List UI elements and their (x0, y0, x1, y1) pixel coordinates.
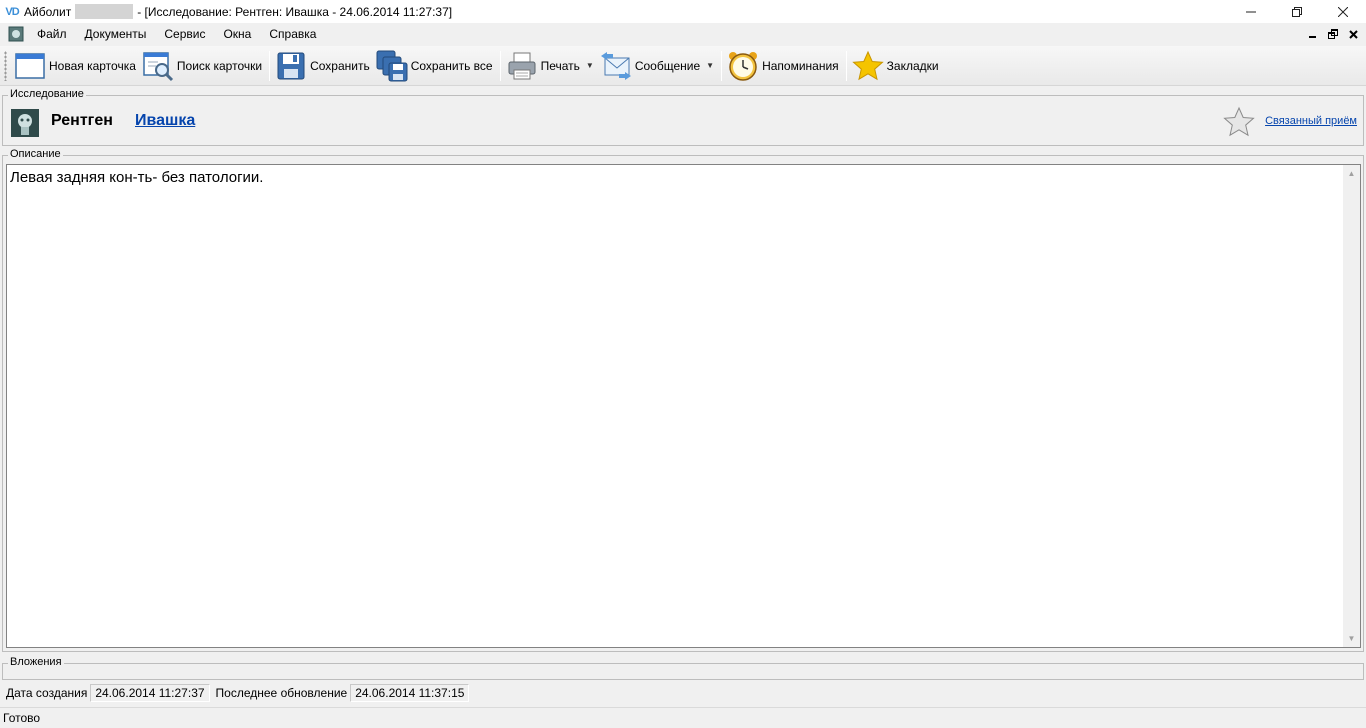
description-textarea[interactable]: Левая задняя кон-ть- без патологии. ▲ ▼ (6, 164, 1361, 648)
dates-bar: Дата создания 24.06.2014 11:27:37 Послед… (0, 683, 1366, 703)
vertical-scrollbar[interactable]: ▲ ▼ (1343, 165, 1360, 647)
toolbar-separator (845, 50, 847, 81)
reminders-label: Напоминания (762, 58, 839, 73)
minimize-button[interactable] (1228, 0, 1274, 23)
mdi-controls (1306, 23, 1360, 45)
research-group: Исследование Рентген Ивашка Связанный пр… (2, 88, 1364, 146)
main-window: VD Айболит - [Исследование: Рентген: Ива… (0, 0, 1366, 728)
description-group: Описание Левая задняя кон-ть- без патоло… (2, 148, 1364, 652)
description-group-label: Описание (8, 148, 63, 160)
printer-icon (508, 52, 536, 79)
title-bar: VD Айболит - [Исследование: Рентген: Ива… (0, 0, 1366, 23)
redacted-block (75, 4, 134, 19)
created-date-label: Дата создания (6, 686, 88, 700)
print-dropdown-arrow-icon[interactable]: ▼ (586, 61, 594, 70)
scroll-down-icon[interactable]: ▼ (1343, 630, 1360, 647)
updated-date-value: 24.06.2014 11:37:15 (350, 684, 470, 702)
minimize-icon (1246, 11, 1256, 12)
save-label: Сохранить (310, 58, 370, 73)
print-button[interactable]: Печать ▼ (504, 48, 598, 84)
close-icon (1338, 6, 1348, 17)
document-system-icon[interactable] (8, 26, 24, 42)
toolbar-grip[interactable] (4, 50, 7, 81)
toolbar: Новая карточка Поиск карточки Сохранить (0, 46, 1366, 86)
message-dropdown-arrow-icon[interactable]: ▼ (706, 61, 714, 70)
status-text: Готово (3, 711, 41, 725)
star-icon (851, 50, 884, 80)
mdi-minimize-button[interactable] (1306, 27, 1320, 41)
new-card-label: Новая карточка (49, 58, 136, 73)
close-button[interactable] (1320, 0, 1366, 23)
menu-documents[interactable]: Документы (76, 23, 156, 45)
attachments-group: Вложения (2, 656, 1364, 680)
save-button[interactable]: Сохранить (273, 48, 374, 84)
search-card-label: Поиск карточки (176, 58, 263, 73)
research-group-label: Исследование (8, 88, 86, 100)
toolbar-separator (499, 50, 501, 81)
bookmarks-label: Закладки (886, 58, 939, 73)
save-all-label: Сохранить все (410, 58, 493, 73)
restore-icon (1292, 6, 1302, 17)
floppy-disk-icon (277, 52, 305, 79)
patient-link[interactable]: Ивашка (135, 112, 195, 130)
toolbar-separator (721, 50, 723, 81)
menu-service[interactable]: Сервис (155, 23, 214, 45)
window-title: Айболит - [Исследование: Рентген: Ивашка… (24, 4, 452, 19)
save-all-icon (376, 50, 408, 81)
search-window-icon (143, 51, 173, 81)
menu-windows[interactable]: Окна (214, 23, 260, 45)
window-controls (1228, 0, 1366, 23)
mdi-close-button[interactable] (1346, 27, 1360, 41)
app-name: Айболит (24, 4, 72, 19)
related-appointment-link[interactable]: Связанный приём (1265, 115, 1357, 127)
created-date-value: 24.06.2014 11:27:37 (90, 684, 210, 702)
save-all-button[interactable]: Сохранить все (374, 48, 497, 84)
toolbar-separator (269, 50, 271, 81)
menu-bar: Файл Документы Сервис Окна Справка (0, 23, 1366, 45)
menu-file[interactable]: Файл (28, 23, 76, 45)
updated-date-label: Последнее обновление (215, 686, 348, 700)
search-card-button[interactable]: Поиск карточки (140, 48, 266, 84)
envelope-arrows-icon (600, 51, 631, 80)
status-bar: Готово (0, 707, 1366, 728)
new-card-button[interactable]: Новая карточка (12, 48, 140, 84)
new-window-icon (15, 52, 45, 79)
close-icon (1348, 29, 1358, 39)
print-label: Печать (540, 58, 580, 73)
restore-button[interactable] (1274, 0, 1320, 23)
restore-icon (1328, 29, 1338, 39)
bookmarks-button[interactable]: Закладки (850, 48, 943, 84)
alarm-clock-icon (729, 51, 758, 81)
scroll-up-icon[interactable]: ▲ (1343, 165, 1360, 182)
description-text: Левая задняя кон-ть- без патологии. (10, 169, 264, 186)
message-button[interactable]: Сообщение ▼ (598, 48, 718, 84)
mdi-restore-button[interactable] (1326, 27, 1340, 41)
document-title: - [Исследование: Рентген: Ивашка - 24.06… (137, 4, 453, 19)
minimize-icon (1309, 36, 1316, 38)
reminders-button[interactable]: Напоминания (725, 48, 843, 84)
attachments-group-label: Вложения (8, 656, 64, 668)
app-logo-icon: VD (5, 5, 19, 18)
xray-icon (11, 109, 39, 137)
message-label: Сообщение (634, 58, 701, 73)
bookmark-star-icon[interactable] (1223, 106, 1255, 138)
research-type: Рентген (51, 112, 113, 129)
menu-help[interactable]: Справка (260, 23, 325, 45)
